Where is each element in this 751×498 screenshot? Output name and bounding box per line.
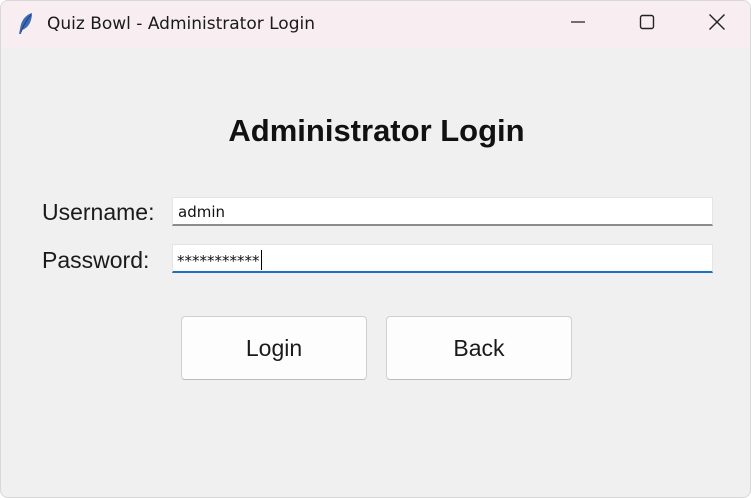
username-label: Username: (42, 199, 155, 225)
password-value: *********** (177, 252, 260, 270)
minimize-button[interactable] (543, 1, 613, 48)
text-caret (260, 250, 262, 270)
minimize-icon (570, 14, 586, 35)
login-button[interactable]: Login (181, 316, 367, 380)
maximize-icon (639, 14, 655, 35)
back-button[interactable]: Back (386, 316, 572, 380)
feather-icon (15, 12, 37, 36)
page-title-text: Administrator Login (228, 113, 525, 148)
password-input[interactable]: *********** (172, 244, 713, 273)
title-bar[interactable]: Quiz Bowl - Administrator Login (1, 1, 750, 48)
page-title: Administrator Login (1, 113, 750, 149)
app-window: Quiz Bowl - Administrator Login Administ… (0, 0, 751, 498)
window-title: Quiz Bowl - Administrator Login (47, 14, 315, 34)
username-input[interactable]: admin (172, 197, 713, 226)
close-button[interactable] (682, 1, 750, 48)
close-icon (708, 13, 726, 36)
maximize-button[interactable] (612, 1, 682, 48)
password-label: Password: (42, 247, 150, 273)
username-value: admin (178, 203, 225, 221)
